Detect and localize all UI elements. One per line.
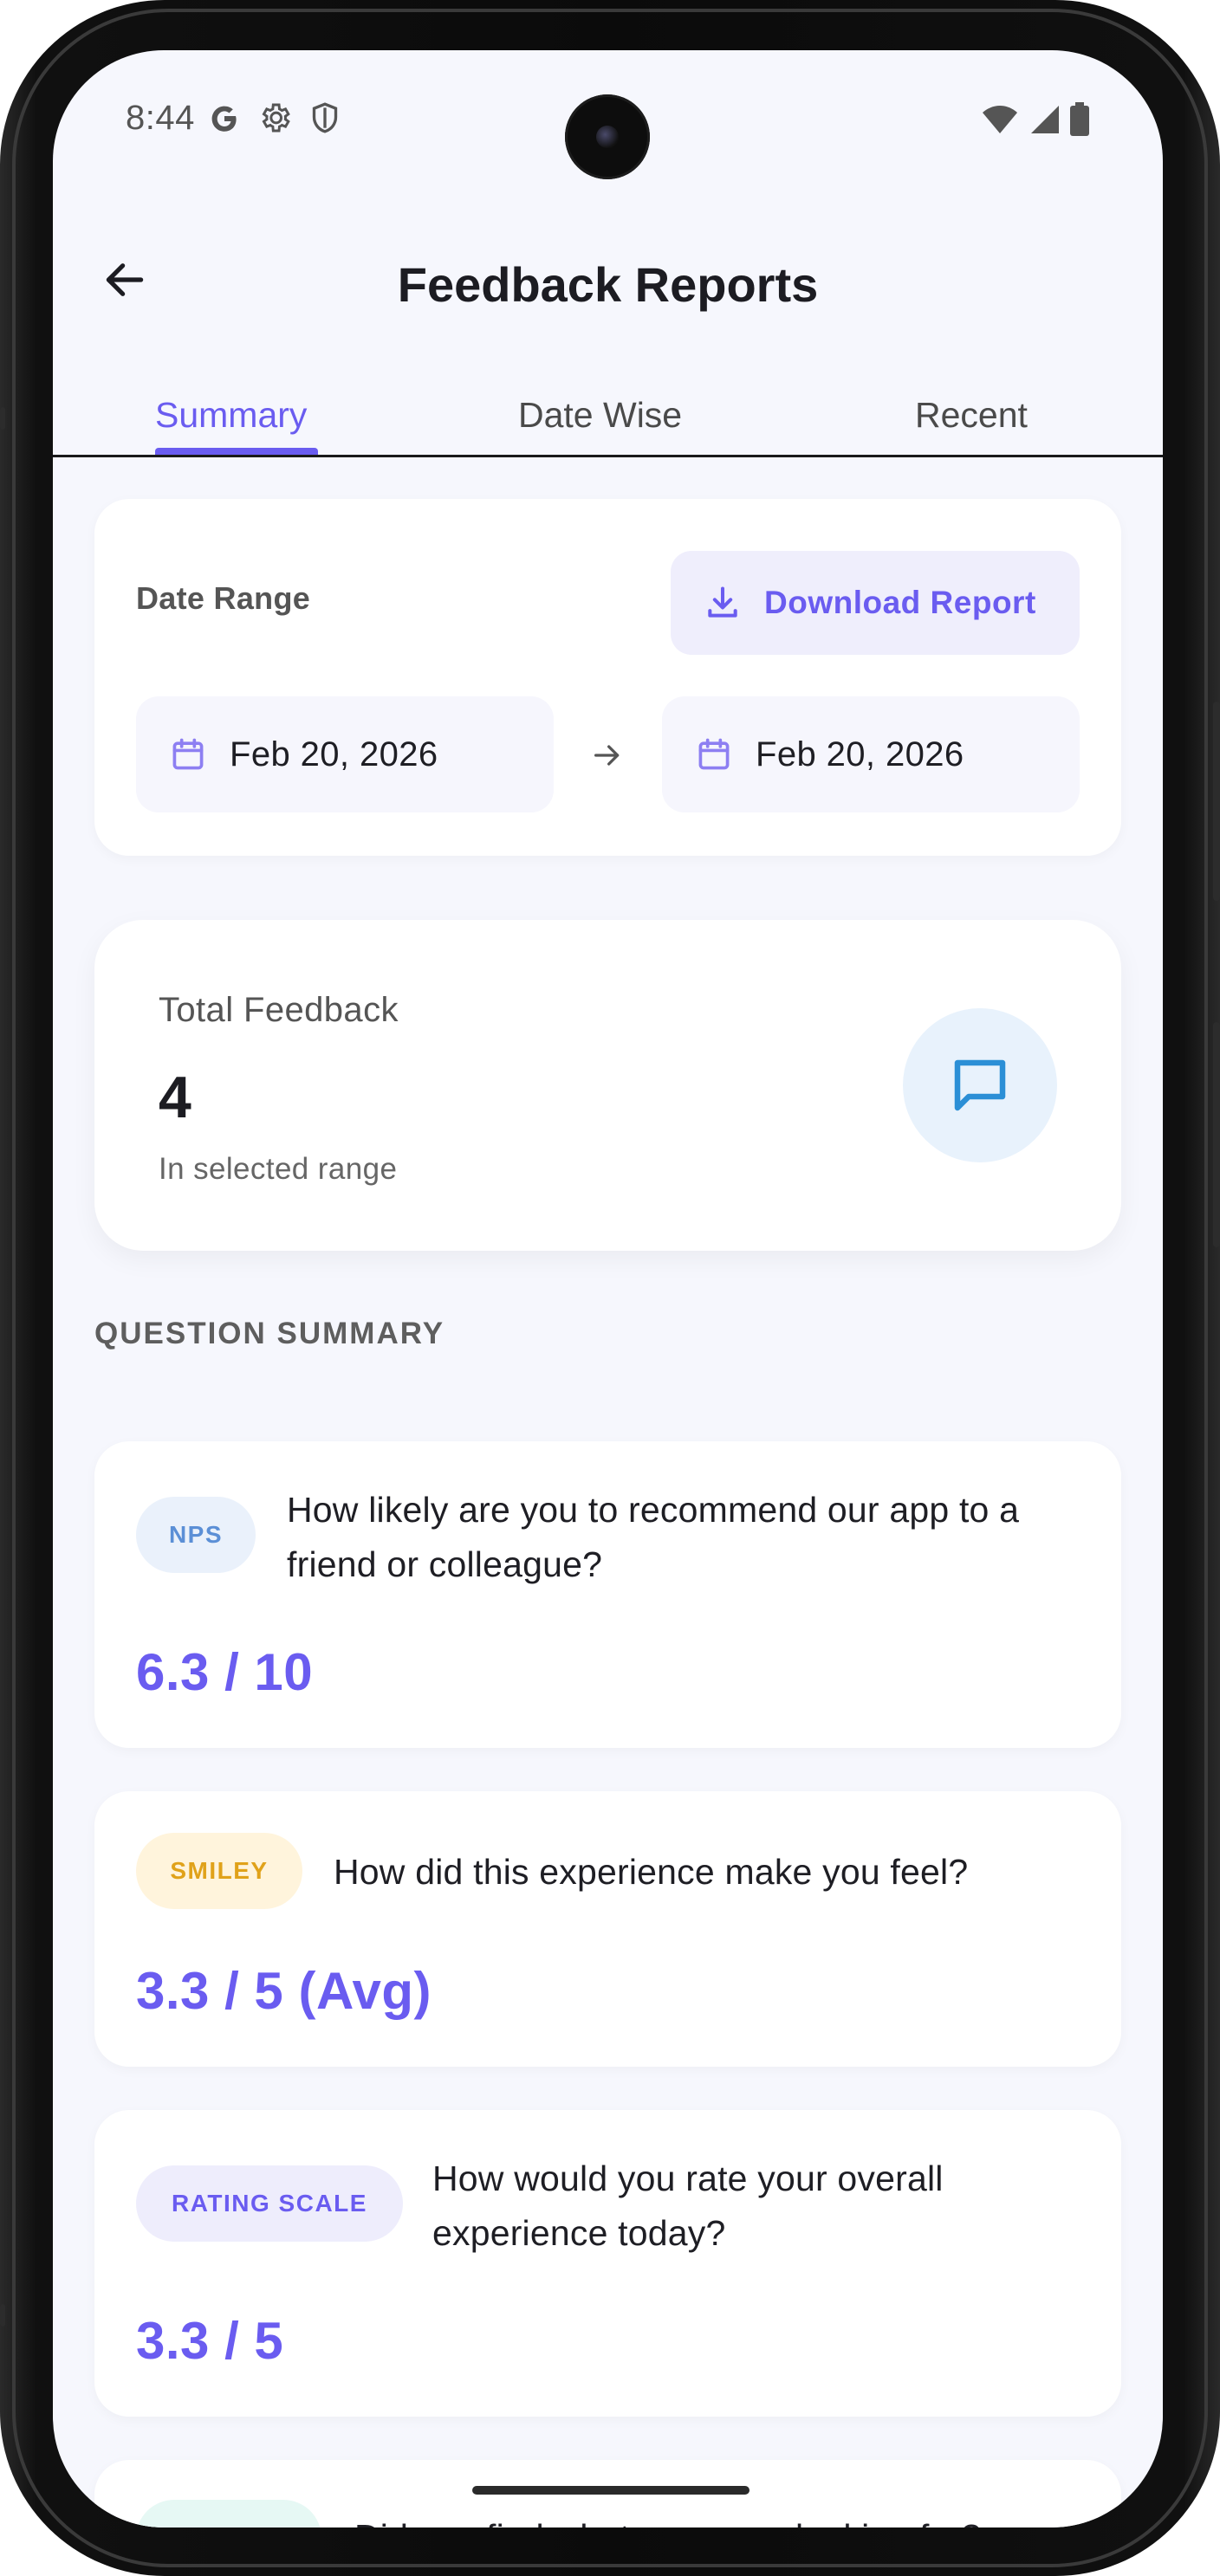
start-date-picker[interactable]: Feb 20, 2026 (136, 696, 554, 812)
download-report-button[interactable]: Download Report (671, 551, 1080, 655)
chat-icon-container (903, 1008, 1057, 1162)
volume-button (1213, 1022, 1220, 1247)
question-type-badge: NPS (136, 1497, 256, 1573)
active-tab-indicator (155, 448, 318, 455)
left-side-notch (0, 407, 5, 430)
calendar-icon (698, 738, 730, 770)
page-title: Feedback Reports (397, 257, 819, 312)
download-report-label: Download Report (764, 585, 1036, 620)
status-icons-left (207, 100, 342, 139)
total-feedback-value: 4 (159, 1065, 191, 1130)
arrow-right-icon (594, 745, 620, 766)
question-type-badge: RATING SCALE (136, 2165, 403, 2242)
question-card-rating-scale[interactable]: RATING SCALE How would you rate your ove… (94, 2110, 1121, 2417)
question-card-smiley[interactable]: SMILEY How did this experience make you … (94, 1791, 1121, 2067)
google-icon (207, 100, 242, 139)
status-bar: 8:44 (53, 50, 1163, 189)
shield-icon (308, 100, 342, 139)
end-date-picker[interactable]: Feb 20, 2026 (662, 696, 1080, 812)
question-type-badge: SMILEY (136, 1833, 302, 1909)
left-side-notch-bottom (0, 2304, 5, 2327)
section-title: QUESTION SUMMARY (94, 1317, 445, 1350)
status-icons-right (981, 102, 1090, 141)
end-date-text: Feb 20, 2026 (756, 735, 964, 773)
home-indicator[interactable] (472, 2486, 750, 2495)
status-time: 8:44 (126, 99, 195, 137)
signal-icon (1028, 104, 1061, 139)
date-range-card: Date Range Download Report Feb 20, 2026 … (94, 499, 1121, 856)
battery-icon (1069, 102, 1090, 141)
tab-summary[interactable]: Summary (155, 395, 307, 436)
settings-icon (257, 100, 292, 139)
question-card-nps[interactable]: NPS How likely are you to recommend our … (94, 1441, 1121, 1748)
tab-bar: Summary Date Wise Recent (53, 371, 1163, 457)
question-text: How likely are you to recommend our app … (287, 1490, 1020, 1584)
question-score: 3.3 / 5 (Avg) (136, 1962, 432, 2020)
power-button (1213, 702, 1220, 901)
phone-frame: 8:44 Feedback Reports Summary Date Wise … (0, 0, 1220, 2576)
app-bar: Feedback Reports (53, 223, 1163, 327)
wifi-icon (981, 104, 1019, 139)
question-text: How did this experience make you feel? (334, 1852, 969, 1892)
date-range-label: Date Range (136, 580, 311, 616)
download-icon (708, 586, 737, 618)
chat-icon (954, 1059, 1006, 1111)
start-date-text: Feb 20, 2026 (230, 735, 438, 773)
tab-recent[interactable]: Recent (915, 395, 1028, 436)
screen: 8:44 Feedback Reports Summary Date Wise … (53, 50, 1163, 2527)
total-feedback-subtitle: In selected range (159, 1152, 398, 1186)
question-score: 3.3 / 5 (136, 2312, 284, 2370)
question-text: Did you find what you were looking for? (354, 2510, 1117, 2527)
question-score: 6.3 / 10 (136, 1643, 314, 1701)
total-feedback-label: Total Feedback (159, 991, 399, 1029)
question-text: How would you rate your overall experien… (432, 2159, 944, 2253)
total-feedback-card: Total Feedback 4 In selected range (94, 920, 1121, 1251)
question-type-badge: YES / NO (136, 2500, 321, 2527)
calendar-icon (172, 738, 204, 770)
front-camera (565, 94, 650, 179)
tab-date-wise[interactable]: Date Wise (518, 395, 682, 436)
